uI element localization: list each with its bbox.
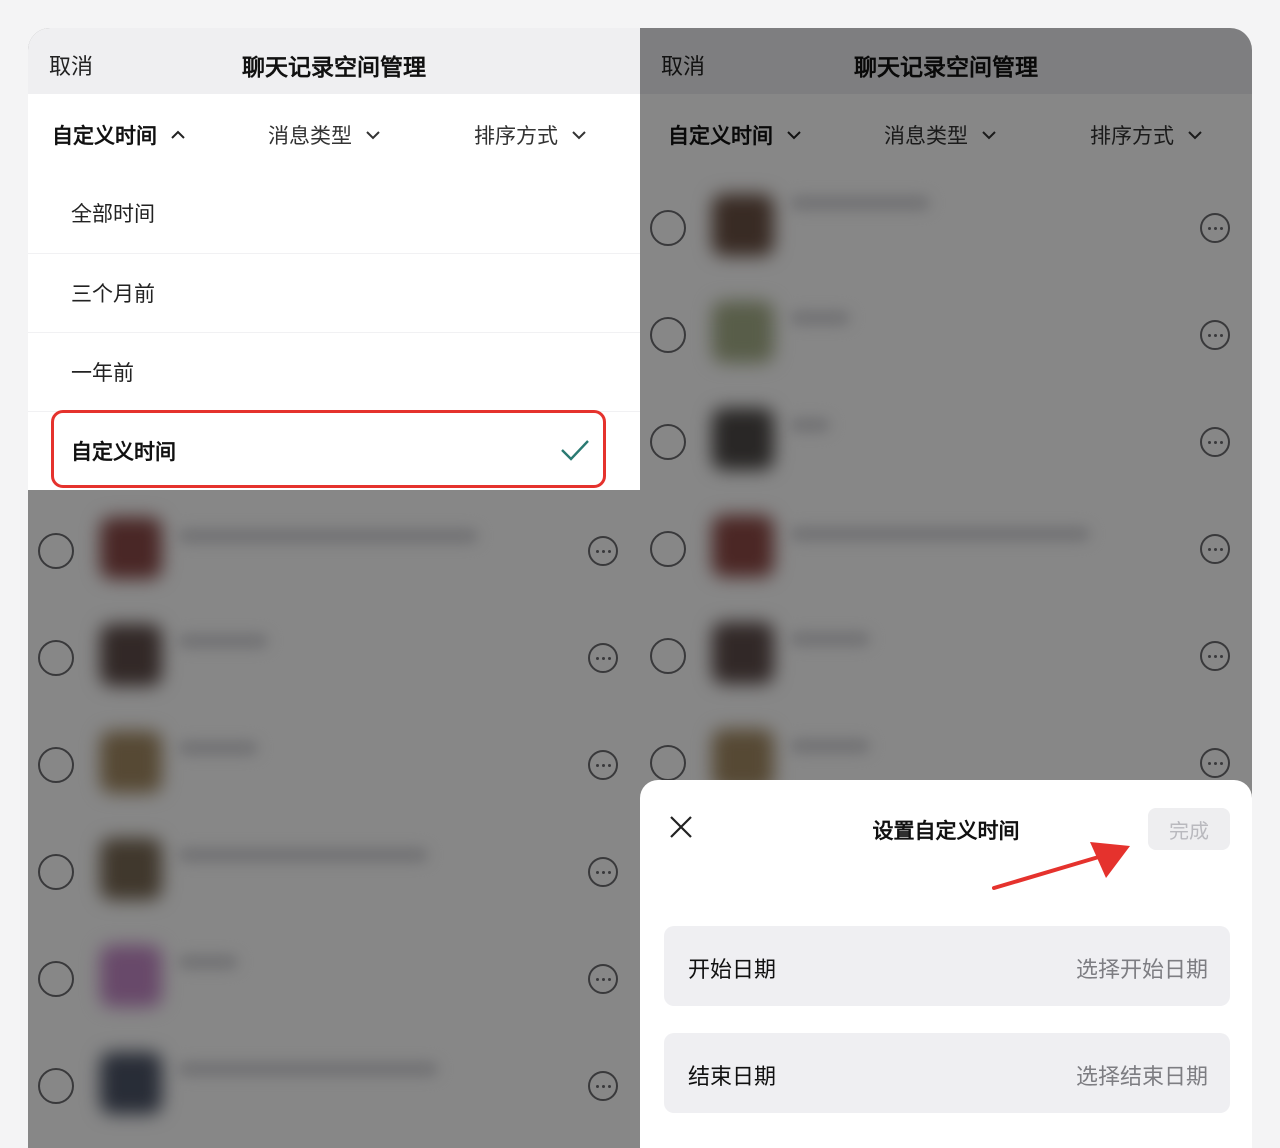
filter-bar-copy: 自定义时间 消息类型 排序方式	[28, 94, 640, 174]
end-date-field[interactable]: 结束日期 选择结束日期	[664, 1033, 1230, 1113]
left-screen: 取消 聊天记录空间管理 自定义时间 消息类型 排序方式 全部时间 三个月前 一年…	[28, 28, 640, 1148]
filter-header-cover: 取消 聊天记录空间管理 自定义时间 消息类型 排序方式	[28, 28, 640, 174]
nav-bar-copy: 取消 聊天记录空间管理	[28, 28, 640, 94]
done-button[interactable]: 完成	[1148, 808, 1230, 850]
start-date-label: 开始日期	[688, 958, 777, 983]
arrow-icon	[992, 842, 1130, 890]
highlight-box	[51, 410, 606, 488]
option-all-time[interactable]: 全部时间	[28, 174, 640, 253]
dim-overlay	[28, 490, 640, 1148]
option-label: 一年前	[71, 361, 134, 385]
filter-type-button[interactable]: 消息类型	[268, 120, 382, 150]
start-date-placeholder: 选择开始日期	[1075, 958, 1208, 983]
custom-time-sheet: 设置自定义时间 完成 开始日期 选择开始日期 结束日期 选择结束日期	[640, 780, 1252, 1148]
chevron-down-icon	[366, 131, 380, 140]
filter-sort-button[interactable]: 排序方式	[474, 120, 588, 150]
filter-sort-label: 排序方式	[474, 124, 558, 148]
chevron-down-icon	[572, 131, 586, 140]
option-three-months[interactable]: 三个月前	[28, 253, 640, 332]
filter-time-button[interactable]: 自定义时间	[52, 120, 187, 150]
filter-type-label: 消息类型	[268, 124, 352, 148]
page-title: 聊天记录空间管理	[242, 55, 426, 81]
end-date-placeholder: 选择结束日期	[1075, 1065, 1208, 1090]
start-date-field[interactable]: 开始日期 选择开始日期	[664, 926, 1230, 1006]
option-label: 全部时间	[71, 202, 155, 226]
right-screen: 取消 聊天记录空间管理 自定义时间 消息类型 排序方式 设置自定义时间 完成 开…	[640, 28, 1252, 1148]
option-label: 三个月前	[71, 282, 155, 306]
chevron-up-icon	[171, 130, 185, 139]
option-one-year[interactable]: 一年前	[28, 332, 640, 411]
end-date-label: 结束日期	[688, 1065, 777, 1090]
filter-time-label: 自定义时间	[52, 124, 157, 148]
